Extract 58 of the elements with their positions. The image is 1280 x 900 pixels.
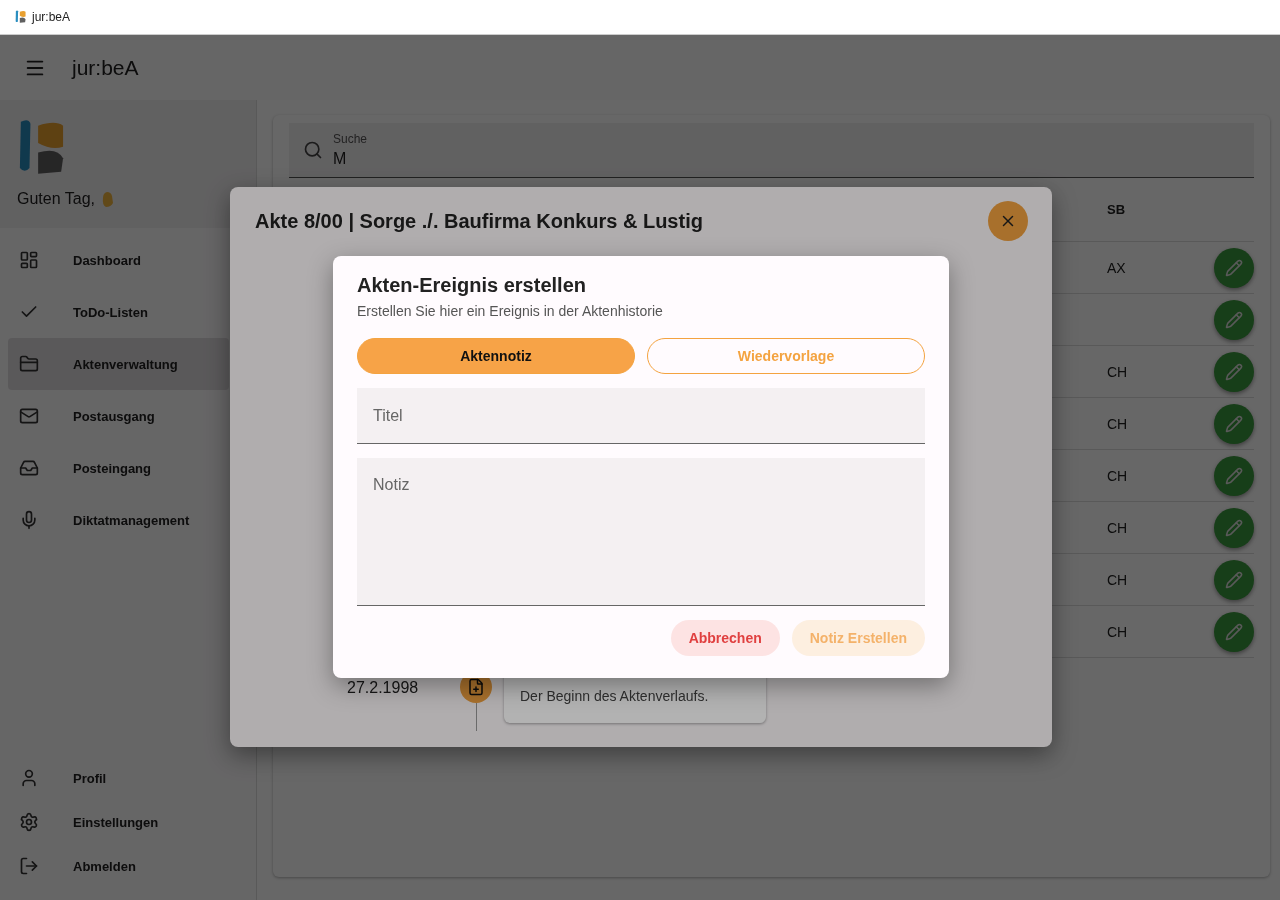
app-title: jur:beA: [72, 55, 139, 80]
window-title: jur:beA: [32, 10, 71, 24]
close-button[interactable]: [988, 201, 1028, 241]
sidebar-item[interactable]: Dashboard: [0, 234, 229, 286]
table-cell-text: CH: [1107, 363, 1129, 380]
pencil-icon: [1225, 362, 1243, 381]
table-cell-text: CH: [1107, 623, 1129, 640]
pencil-icon: [1225, 414, 1243, 433]
search-field[interactable]: Suche M: [289, 123, 1254, 178]
pencil-icon: [1225, 466, 1243, 485]
pencil-icon: [1225, 258, 1243, 277]
pencil-icon: [1225, 570, 1243, 589]
mail-icon: [19, 406, 39, 426]
inbox-icon: [19, 458, 39, 478]
dialog-title: Akten-Ereignis erstellen: [357, 274, 587, 297]
cancel-button[interactable]: Abbrechen: [670, 620, 780, 656]
table-cell-text: AX: [1107, 259, 1127, 276]
sidebar-item[interactable]: Postausgang: [0, 390, 229, 442]
logo-icon: [17, 118, 65, 176]
sidebar-item[interactable]: ToDo-Listen: [0, 286, 229, 338]
pencil-icon: [1225, 310, 1243, 329]
timeline-description: Der Beginn des Aktenverlaufs.: [520, 688, 709, 704]
edit-button[interactable]: [1214, 403, 1254, 444]
microphone-icon: [19, 510, 39, 530]
folder-icon: [19, 354, 39, 374]
sidebar-item[interactable]: Aktenverwaltung: [8, 338, 229, 390]
edit-button[interactable]: [1214, 247, 1254, 288]
table-cell-text: CH: [1107, 519, 1129, 536]
edit-button[interactable]: [1214, 351, 1254, 392]
sidebar-item[interactable]: Einstellungen: [0, 800, 256, 844]
sidebar-item[interactable]: Diktatmanagement: [0, 494, 229, 546]
edit-button[interactable]: [1214, 507, 1254, 548]
settings-icon: [19, 812, 39, 832]
table-cell-text: CH: [1107, 467, 1129, 484]
note-field[interactable]: Notiz: [357, 458, 925, 606]
dialog-subtitle: Erstellen Sie hier ein Ereignis in der Aktenhistorie: [357, 303, 664, 319]
column-header: SB: [1107, 202, 1127, 217]
greeting: Guten Tag,: [17, 189, 95, 208]
dialog-title: Akte 8/00 | Sorge ./. Baufirma Konkurs & Lustig: [255, 209, 703, 233]
edit-button[interactable]: [1214, 455, 1254, 496]
pencil-icon: [1225, 622, 1243, 641]
sidebar-item[interactable]: Profil: [0, 756, 256, 800]
user-icon: [19, 768, 39, 788]
table-cell-text: CH: [1107, 571, 1129, 588]
sidebar-item[interactable]: Posteingang: [0, 442, 229, 494]
title-field[interactable]: Titel: [357, 388, 925, 444]
logo-icon: [15, 10, 26, 24]
dashboard-icon: [19, 250, 39, 270]
edit-button[interactable]: [1214, 611, 1254, 652]
logout-icon: [19, 856, 39, 876]
table-cell-text: CH: [1107, 415, 1129, 432]
sidebar-item[interactable]: Abmelden: [0, 844, 256, 888]
pencil-icon: [1225, 518, 1243, 537]
timeline-date: 27.2.1998: [347, 679, 420, 697]
edit-button[interactable]: [1214, 559, 1254, 600]
search-icon: [303, 140, 323, 160]
edit-button[interactable]: [1214, 299, 1254, 340]
type-toggle[interactable]: Aktennotiz: [357, 338, 635, 374]
